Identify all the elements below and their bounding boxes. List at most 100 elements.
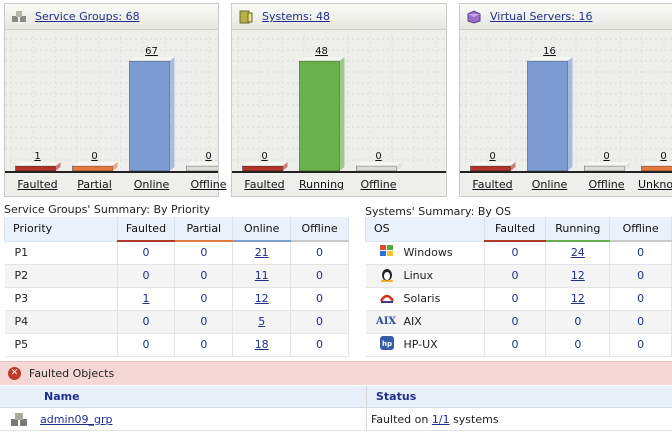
category-label[interactable]: Offline xyxy=(360,178,396,191)
faulted-status-prefix: Faulted on xyxy=(371,413,429,426)
virtual-servers-chart-labels: Faulted Online Offline Unknown xyxy=(460,176,672,194)
count-link[interactable]: 5 xyxy=(258,315,265,328)
systems-panel: Systems: 48 0 48 0 Faulted Running Offline xyxy=(231,3,447,197)
col-os-running[interactable]: Running xyxy=(545,217,611,242)
bar-value-label[interactable]: 0 xyxy=(261,151,267,162)
virtual-servers-icon xyxy=(466,9,482,24)
category-label[interactable]: Faulted xyxy=(472,178,512,191)
category-label[interactable]: Running xyxy=(299,178,344,191)
count-cell: 0 xyxy=(290,241,349,265)
col-priority[interactable]: Priority xyxy=(4,217,118,242)
count-cell: 21 xyxy=(232,241,292,265)
bar-value-label[interactable]: 1 xyxy=(34,151,40,162)
col-online[interactable]: Online xyxy=(232,217,292,242)
col-status[interactable]: Status xyxy=(376,390,416,403)
windows-icon xyxy=(376,243,398,262)
count-link[interactable]: 12 xyxy=(571,292,585,305)
category-label[interactable]: Offline xyxy=(190,178,226,191)
col-partial[interactable]: Partial xyxy=(174,217,234,242)
chart-bar[interactable] xyxy=(72,162,118,172)
bar-value-label[interactable]: 0 xyxy=(603,151,609,162)
os-cell: hp HP-UX xyxy=(365,333,485,357)
table-row: P4 0 0 5 0 xyxy=(4,310,349,334)
os-label: Windows xyxy=(376,243,484,262)
priority-cell: P3 xyxy=(4,287,118,311)
count-cell: 0 xyxy=(609,333,672,357)
faulted-objects-header: Name Status xyxy=(0,386,672,408)
os-name: HP-UX xyxy=(403,338,438,351)
bar-face xyxy=(527,60,568,172)
systems-header: Systems: 48 xyxy=(232,4,446,30)
col-os-offline[interactable]: Offline xyxy=(609,217,672,242)
count-link[interactable]: 24 xyxy=(571,246,585,259)
bar-value-label[interactable]: 0 xyxy=(91,151,97,162)
count-cell: 0 xyxy=(174,310,234,334)
virtual-servers-link[interactable]: Virtual Servers: 16 xyxy=(490,10,592,23)
category-label[interactable]: Offline xyxy=(588,178,624,191)
bar-value-label[interactable]: 0 xyxy=(489,151,495,162)
systems-link[interactable]: Systems: 48 xyxy=(262,10,330,23)
chart-bar[interactable] xyxy=(15,162,61,172)
bar-value-label[interactable]: 0 xyxy=(375,151,381,162)
count-cell: 0 xyxy=(609,287,672,311)
col-os-faulted[interactable]: Faulted xyxy=(483,217,547,242)
table-row: Solaris 0 12 0 xyxy=(365,287,672,311)
priority-cell: P4 xyxy=(4,310,118,334)
bar-value-label[interactable]: 67 xyxy=(145,46,158,57)
os-cell: Solaris xyxy=(365,287,485,311)
col-faulted[interactable]: Faulted xyxy=(116,217,176,242)
category-label[interactable]: Partial xyxy=(77,178,112,191)
bar-value-label[interactable]: 16 xyxy=(543,46,556,57)
table-row: P3 1 0 12 0 xyxy=(4,287,349,311)
count-link[interactable]: 12 xyxy=(255,292,269,305)
virtual-servers-chart: 0 16 0 0 xyxy=(460,31,672,175)
category-label[interactable]: Unknown xyxy=(638,178,672,191)
chart-bar[interactable] xyxy=(242,162,288,172)
service-groups-link[interactable]: Service Groups: 68 xyxy=(35,10,140,23)
count-cell: 0 xyxy=(545,310,611,334)
bar-value-label[interactable]: 0 xyxy=(660,151,666,162)
faulted-object-row: admin09_grp Faulted on 1/1 systems xyxy=(0,409,672,431)
count-link[interactable]: 21 xyxy=(255,246,269,259)
faulted-systems-link[interactable]: 1/1 xyxy=(432,413,450,426)
count-link[interactable]: 1 xyxy=(142,292,149,305)
chart-bar[interactable] xyxy=(186,162,219,172)
chart-bar[interactable] xyxy=(299,57,345,172)
bar-top xyxy=(15,162,61,166)
chart-bar[interactable] xyxy=(641,162,672,172)
count-link[interactable]: 11 xyxy=(255,269,269,282)
bar-face xyxy=(356,165,397,172)
bar-value-label[interactable]: 48 xyxy=(315,46,328,57)
column-divider xyxy=(366,409,367,430)
count-cell: 0 xyxy=(484,287,547,311)
bar-value-label[interactable]: 0 xyxy=(205,151,211,162)
bar-top xyxy=(299,57,345,61)
chart-bar[interactable] xyxy=(129,57,175,172)
count-link[interactable]: 18 xyxy=(255,338,269,351)
chart-bar[interactable] xyxy=(356,162,402,172)
os-name: Windows xyxy=(403,246,453,259)
count-cell: 12 xyxy=(545,287,611,311)
solaris-icon xyxy=(376,289,398,308)
bar-face xyxy=(186,165,218,172)
count-cell: 11 xyxy=(232,264,292,288)
count-cell: 0 xyxy=(174,264,234,288)
os-label: AIX AIX xyxy=(375,314,484,329)
svg-text:AIX: AIX xyxy=(376,316,396,326)
category-label[interactable]: Faulted xyxy=(244,178,284,191)
col-name[interactable]: Name xyxy=(44,390,80,403)
faulted-object-link[interactable]: admin09_grp xyxy=(40,413,112,426)
category-label[interactable]: Online xyxy=(532,178,567,191)
category-label[interactable]: Faulted xyxy=(17,178,57,191)
col-os[interactable]: OS xyxy=(365,217,485,242)
chart-bar[interactable] xyxy=(584,162,630,172)
hpux-icon: hp xyxy=(376,335,398,354)
bar-face xyxy=(641,165,672,172)
sg-summary-table: Priority Faulted Partial Online Offline … xyxy=(4,217,349,357)
chart-bar[interactable] xyxy=(527,57,573,172)
count-link[interactable]: 12 xyxy=(571,269,585,282)
bar-face xyxy=(129,60,170,172)
chart-bar[interactable] xyxy=(470,162,516,172)
category-label[interactable]: Online xyxy=(134,178,169,191)
col-offline[interactable]: Offline xyxy=(290,217,349,242)
